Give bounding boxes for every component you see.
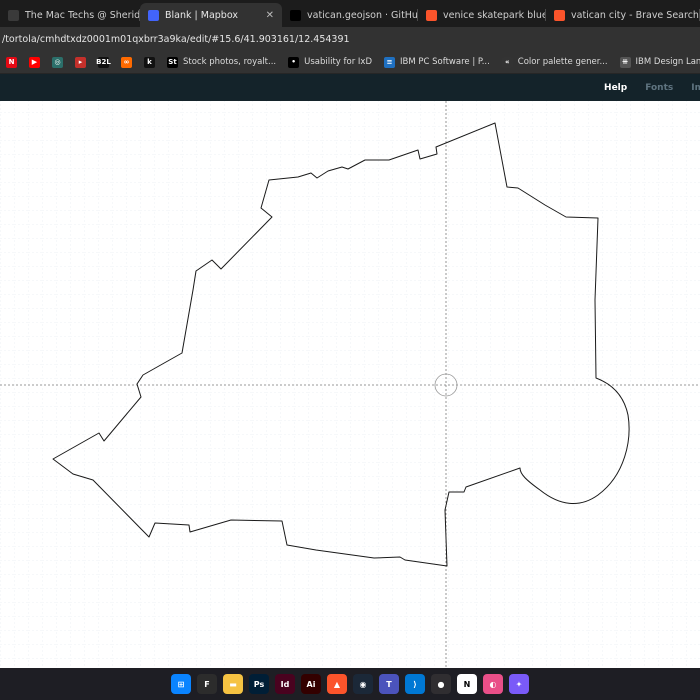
nav-im[interactable]: Im — [691, 83, 700, 93]
tab-title: The Mac Techs @ Sheridan :: L — [25, 9, 140, 21]
notion-icon[interactable]: N — [457, 674, 477, 694]
photoshop-icon[interactable]: Ps — [249, 674, 269, 694]
steam-icon[interactable]: ◉ — [353, 674, 373, 694]
address-bar[interactable]: /tortola/cmhdtxdz0001m01qxbrr3a9ka/edit/… — [0, 27, 700, 51]
bookmark-item[interactable]: ∞ — [115, 56, 138, 68]
bookmark-item[interactable]: B2L — [92, 56, 115, 68]
bookmark-item[interactable]: St Stock photos, royalt... — [161, 56, 282, 68]
bookmark-label: Color palette gener... — [517, 57, 608, 67]
vscode-icon[interactable]: ⟩ — [405, 674, 425, 694]
stock-icon: St — [167, 56, 178, 68]
map-svg — [0, 101, 700, 668]
obs-icon[interactable]: ● — [431, 674, 451, 694]
brave-icon — [426, 9, 437, 21]
brave-icon — [554, 9, 565, 21]
github-icon — [290, 9, 301, 21]
bookmark-item[interactable]: N — [0, 56, 23, 68]
bookmark-label: IBM PC Software | P... — [400, 57, 490, 67]
brave-icon[interactable]: ▲ — [327, 674, 347, 694]
url-text[interactable]: /tortola/cmhdtxdz0001m01qxbrr3a9ka/edit/… — [2, 34, 350, 45]
bookmark-item[interactable]: k — [138, 56, 161, 68]
bookmark-item[interactable]: ▶ — [23, 56, 46, 68]
browser-tab[interactable]: venice skatepark blueprints - B — [418, 3, 546, 27]
k-icon: k — [144, 56, 155, 68]
bookmark-item[interactable]: ◎ — [46, 56, 69, 68]
bookmark-label: Usability for IxD — [304, 57, 373, 67]
bookmark-item[interactable]: « Color palette gener... — [496, 56, 614, 68]
photos-icon[interactable]: ◐ — [483, 674, 503, 694]
bookmark-item[interactable]: ▸ — [69, 56, 92, 68]
usability-icon: • — [288, 56, 300, 68]
palette-icon: « — [501, 56, 513, 68]
mapbox-icon — [148, 9, 159, 21]
nav-help[interactable]: Help — [604, 83, 627, 93]
infinity-icon: ∞ — [121, 56, 132, 68]
browser-tab-strip: The Mac Techs @ Sheridan :: LBlank | Map… — [0, 0, 700, 27]
b2l-icon: B2L — [96, 56, 111, 68]
bookmark-label: IBM Design Langua... — [635, 57, 700, 67]
bookmark-label: Stock photos, royalt... — [183, 57, 277, 67]
bookmark-item[interactable]: ≡ IBM PC Software | P... — [378, 56, 496, 68]
windows-taskbar: ⊞ F ▬ Ps Id Ai ▲ ◉ T ⟩ ● N ◐ ✦ — [0, 668, 700, 700]
bookmarks-bar: N ▶ ◎ ▸ B2L ∞ k St Stock photos, royalt... • Usabi… — [0, 51, 700, 74]
tab-title: Blank | Mapbox — [165, 9, 238, 21]
tab-title: venice skatepark blueprints - B — [443, 9, 546, 21]
copilot-icon[interactable]: ✦ — [509, 674, 529, 694]
netflix-icon: N — [6, 56, 17, 68]
map-canvas[interactable] — [0, 101, 700, 668]
browser-tab[interactable]: The Mac Techs @ Sheridan :: L — [0, 3, 140, 27]
mapbox-studio-header: Help Fonts Im — [0, 74, 700, 101]
tab-title: vatican.geojson · GitHub — [307, 9, 418, 21]
red-play-icon: ▸ — [75, 56, 86, 68]
teams-icon[interactable]: T — [379, 674, 399, 694]
browser-tab[interactable]: vatican city - Brave Search — [546, 3, 700, 27]
doc-icon — [8, 9, 19, 21]
nav-fonts[interactable]: Fonts — [645, 83, 673, 93]
close-tab-icon[interactable]: ✕ — [266, 10, 274, 21]
bookmark-item[interactable]: ⁜ IBM Design Langua... — [614, 56, 700, 68]
browser-tab[interactable]: Blank | Mapbox ✕ — [140, 3, 282, 27]
figma-icon[interactable]: F — [197, 674, 217, 694]
youtube-icon: ▶ — [29, 56, 40, 68]
app-icon: ◎ — [52, 56, 63, 68]
tab-title: vatican city - Brave Search — [571, 9, 699, 21]
indesign-icon[interactable]: Id — [275, 674, 295, 694]
illustrator-icon[interactable]: Ai — [301, 674, 321, 694]
windows-start-icon[interactable]: ⊞ — [171, 674, 191, 694]
ibm-design-icon: ⁜ — [619, 56, 631, 68]
map-grid — [0, 101, 700, 668]
bookmark-item[interactable]: • Usability for IxD — [282, 56, 378, 68]
browser-tab[interactable]: vatican.geojson · GitHub — [282, 3, 418, 27]
file-explorer-icon[interactable]: ▬ — [223, 674, 243, 694]
ibm-icon: ≡ — [384, 56, 396, 68]
